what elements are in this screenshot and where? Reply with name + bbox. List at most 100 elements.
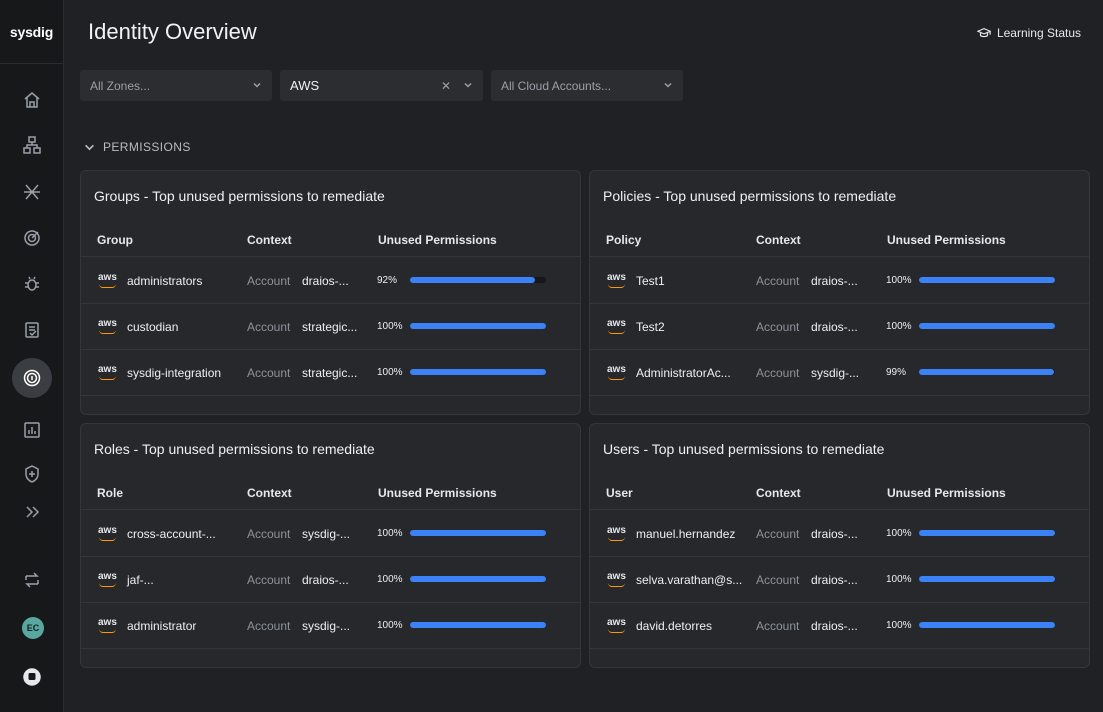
row-name[interactable]: Test1	[636, 274, 665, 288]
switch-icon[interactable]	[12, 560, 52, 600]
table-row[interactable]: aws sysdig-integration Account strategic...…	[81, 350, 580, 396]
table-row[interactable]: aws administrators Account draios-... 92%	[81, 258, 580, 304]
row-name[interactable]: jaf-...	[127, 573, 154, 587]
sidebar: sysdig EC	[0, 0, 64, 712]
unused-permissions-bar	[919, 277, 1055, 283]
help-icon[interactable]	[12, 657, 52, 697]
column-header-context[interactable]: Context	[247, 233, 292, 247]
context-value[interactable]: strategic...	[302, 320, 357, 334]
context-value[interactable]: sysdig-...	[302, 619, 350, 633]
table-row[interactable]: aws Test1 Account draios-... 100%	[590, 258, 1089, 304]
aws-icon: aws	[98, 364, 117, 380]
row-name[interactable]: sysdig-integration	[127, 366, 221, 380]
row-name[interactable]: custodian	[127, 320, 178, 334]
cloud-accounts-select-value: All Cloud Accounts...	[501, 78, 612, 93]
chevron-down-icon	[663, 79, 673, 93]
posture-icon[interactable]	[12, 310, 52, 350]
expand-icon[interactable]	[12, 492, 52, 532]
reports-icon[interactable]	[12, 410, 52, 450]
column-header-context[interactable]: Context	[756, 233, 801, 247]
context-label: Account	[247, 320, 291, 334]
identity-icon[interactable]	[12, 358, 52, 398]
unused-permissions-bar-fill	[410, 323, 546, 329]
column-header-unused-permissions[interactable]: Unused Permissions	[887, 233, 1006, 247]
row-name[interactable]: administrators	[127, 274, 202, 288]
zones-select[interactable]: All Zones...	[80, 70, 272, 101]
unused-permissions-bar-fill	[919, 369, 1054, 375]
table-header: User Context Unused Permissions	[590, 478, 1089, 510]
unused-permissions-bar	[410, 369, 546, 375]
row-name[interactable]: manuel.hernandez	[636, 527, 735, 541]
section-label: PERMISSIONS	[103, 140, 191, 154]
context-value[interactable]: draios-...	[302, 573, 349, 587]
context-value[interactable]: sysdig-...	[302, 527, 350, 541]
aws-icon: aws	[607, 318, 626, 334]
avatar[interactable]: EC	[22, 617, 44, 639]
column-header-context[interactable]: Context	[247, 486, 292, 500]
table-row[interactable]: aws manuel.hernandez Account draios-... 100%	[590, 511, 1089, 557]
context-value[interactable]: draios-...	[811, 619, 858, 633]
unused-permissions-bar	[410, 530, 546, 536]
unused-permissions-bar-fill	[919, 576, 1055, 582]
home-icon[interactable]	[12, 80, 52, 120]
unused-permissions-bar	[919, 622, 1055, 628]
table-row[interactable]: aws selva.varathan@s... Account draios-... 1…	[590, 557, 1089, 603]
unused-permissions-bar	[919, 576, 1055, 582]
unused-percent: 100%	[377, 574, 403, 585]
inventory-icon[interactable]	[12, 125, 52, 165]
unused-permissions-bar-fill	[919, 323, 1055, 329]
unused-permissions-bar	[919, 323, 1055, 329]
table-row[interactable]: aws administrator Account sysdig-... 100%	[81, 603, 580, 649]
row-name[interactable]: cross-account-...	[127, 527, 216, 541]
threats-icon[interactable]	[12, 218, 52, 258]
unused-permissions-bar-fill	[410, 369, 546, 375]
provider-select[interactable]: AWS ✕	[280, 70, 483, 101]
vulnerabilities-icon[interactable]	[12, 264, 52, 304]
context-label: Account	[756, 573, 800, 587]
context-value[interactable]: strategic...	[302, 366, 357, 380]
table-row[interactable]: aws Test2 Account draios-... 100%	[590, 304, 1089, 350]
row-name[interactable]: david.detorres	[636, 619, 712, 633]
column-header-name[interactable]: Role	[97, 486, 123, 500]
table-row[interactable]: aws jaf-... Account draios-... 100%	[81, 557, 580, 603]
column-header-name[interactable]: Group	[97, 233, 133, 247]
context-value[interactable]: draios-...	[811, 320, 858, 334]
context-value[interactable]: draios-...	[811, 573, 858, 587]
learning-status-link[interactable]: Learning Status	[976, 26, 1081, 40]
context-value[interactable]: sysdig-...	[811, 366, 859, 380]
unused-permissions-bar-fill	[919, 530, 1055, 536]
context-label: Account	[756, 619, 800, 633]
context-label: Account	[247, 619, 291, 633]
unused-percent: 100%	[886, 528, 912, 539]
aws-icon: aws	[98, 617, 117, 633]
row-name[interactable]: Test2	[636, 320, 665, 334]
aws-icon: aws	[607, 571, 626, 587]
policies-card: Policies - Top unused permissions to rem…	[589, 170, 1090, 415]
policies-icon[interactable]	[12, 454, 52, 494]
context-value[interactable]: draios-...	[811, 527, 858, 541]
table-row[interactable]: aws AdministratorAc... Account sysdig-... 99…	[590, 350, 1089, 396]
column-header-name[interactable]: User	[606, 486, 633, 500]
row-name[interactable]: AdministratorAc...	[636, 366, 731, 380]
context-value[interactable]: draios-...	[302, 274, 349, 288]
table-row[interactable]: aws custodian Account strategic... 100%	[81, 304, 580, 350]
row-name[interactable]: selva.varathan@s...	[636, 573, 742, 587]
column-header-unused-permissions[interactable]: Unused Permissions	[887, 486, 1006, 500]
column-header-unused-permissions[interactable]: Unused Permissions	[378, 233, 497, 247]
aws-icon: aws	[98, 318, 117, 334]
unused-percent: 100%	[886, 574, 912, 585]
context-label: Account	[756, 320, 800, 334]
table-row[interactable]: aws david.detorres Account draios-... 100%	[590, 603, 1089, 649]
context-value[interactable]: draios-...	[811, 274, 858, 288]
column-header-unused-permissions[interactable]: Unused Permissions	[378, 486, 497, 500]
cloud-accounts-select[interactable]: All Cloud Accounts...	[491, 70, 683, 101]
sysdig-logo[interactable]: sysdig	[0, 0, 63, 64]
table-row[interactable]: aws cross-account-... Account sysdig-... 100…	[81, 511, 580, 557]
context-label: Account	[247, 274, 291, 288]
clear-icon[interactable]: ✕	[441, 79, 451, 93]
column-header-name[interactable]: Policy	[606, 233, 641, 247]
row-name[interactable]: administrator	[127, 619, 196, 633]
column-header-context[interactable]: Context	[756, 486, 801, 500]
integrations-icon[interactable]	[12, 172, 52, 212]
permissions-section-toggle[interactable]: PERMISSIONS	[84, 140, 191, 154]
